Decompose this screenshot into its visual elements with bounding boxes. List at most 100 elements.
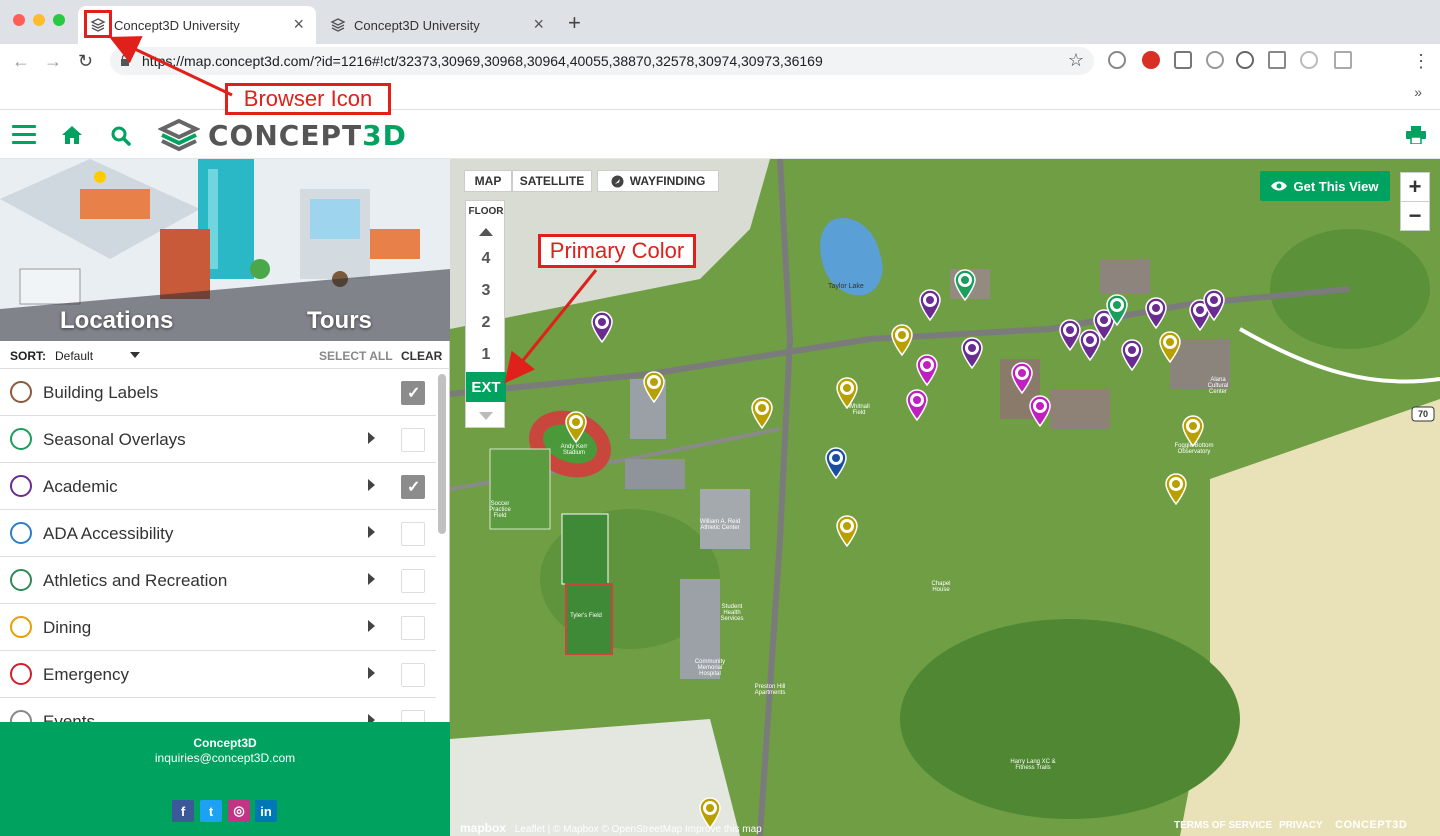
map-marker-star-icon[interactable] [642,371,666,404]
category-row-ada-accessibility[interactable]: ADA Accessibility [0,510,436,557]
map-marker-graduation-cap-icon[interactable] [1202,289,1226,322]
map-marker-star-icon[interactable] [1158,331,1182,364]
map-marker-theater-mask-icon[interactable] [1010,362,1034,395]
expand-arrow-icon[interactable] [368,526,375,538]
tab-locations[interactable]: Locations [60,307,173,335]
floor-ext-button[interactable]: EXT [466,372,506,402]
map-marker-graduation-cap-icon[interactable] [1144,297,1168,330]
brand-logo[interactable]: CONCEPT3D [158,117,407,153]
expand-arrow-icon[interactable] [368,479,375,491]
expand-arrow-icon[interactable] [368,573,375,585]
bookmarks-overflow-icon[interactable]: » [1414,84,1422,100]
zoom-in-button[interactable]: + [1400,172,1430,202]
category-checkbox[interactable] [401,428,425,452]
floor-up-arrow-icon[interactable] [479,228,493,236]
expand-arrow-icon[interactable] [368,714,375,722]
extension-icon[interactable] [1206,51,1224,69]
category-row-athletics-and-recreation[interactable]: Athletics and Recreation [0,557,436,604]
map-marker-star-icon[interactable] [835,515,859,548]
category-row-seasonal-overlays[interactable]: Seasonal Overlays [0,416,436,463]
map-marker-building-icon[interactable] [1105,294,1129,327]
linkedin-icon[interactable]: in [255,800,277,822]
map-attribution[interactable]: mapbox Leaflet | © Mapbox © OpenStreetMa… [460,821,762,835]
map-marker-graduation-cap-icon[interactable] [918,289,942,322]
floor-2-button[interactable]: 2 [466,314,506,332]
print-icon[interactable] [1406,126,1426,144]
privacy-link[interactable]: PRIVACY [1279,820,1323,831]
map-marker-star-icon[interactable] [1181,415,1205,448]
maximize-window-button[interactable] [53,14,65,26]
category-row-dining[interactable]: Dining [0,604,436,651]
category-checkbox[interactable] [401,475,425,499]
tab-tours[interactable]: Tours [307,307,372,335]
zoom-out-button[interactable]: − [1400,201,1430,231]
terms-of-service-link[interactable]: TERMS OF SERVICE [1174,820,1272,831]
map-marker-graduation-cap-icon[interactable] [590,311,614,344]
minimize-window-button[interactable] [33,14,45,26]
floor-3-button[interactable]: 3 [466,282,506,300]
expand-arrow-icon[interactable] [368,620,375,632]
sidebar-scrollbar[interactable] [438,374,446,534]
category-checkbox[interactable] [401,381,425,405]
search-icon[interactable] [110,125,132,147]
map-marker-graduation-cap-icon[interactable] [1120,339,1144,372]
extension-icon[interactable] [1142,51,1160,69]
category-row-academic[interactable]: Academic [0,463,436,510]
menu-kebab-icon[interactable]: ⋮ [1412,51,1430,71]
map-marker-graduation-cap-icon[interactable] [1078,329,1102,362]
get-this-view-button[interactable]: Get This View [1260,171,1390,201]
facebook-icon[interactable]: f [172,800,194,822]
forward-arrow-icon[interactable]: → [44,51,62,71]
sort-dropdown[interactable]: Default [55,349,93,363]
home-icon[interactable] [60,123,84,147]
category-row-emergency[interactable]: Emergency [0,651,436,698]
category-checkbox[interactable] [401,616,425,640]
close-window-button[interactable] [13,14,25,26]
extension-icon[interactable] [1108,51,1126,69]
tab-concept3d-inactive[interactable]: Concept3D University × [318,6,556,44]
category-checkbox[interactable] [401,663,425,687]
hamburger-menu-icon[interactable] [12,125,36,145]
category-row-events[interactable]: Events [0,698,436,722]
chevron-down-icon[interactable] [130,352,140,358]
clear-button[interactable]: CLEAR [401,349,442,363]
category-checkbox[interactable] [401,710,425,722]
map-marker-building-icon[interactable] [953,269,977,302]
category-row-building-labels[interactable]: Building Labels [0,369,436,416]
map-marker-theater-mask-icon[interactable] [905,389,929,422]
map-marker-theater-mask-icon[interactable] [1028,395,1052,428]
expand-arrow-icon[interactable] [368,432,375,444]
extension-icon[interactable] [1300,51,1318,69]
expand-arrow-icon[interactable] [368,667,375,679]
instagram-icon[interactable]: ◎ [228,800,250,822]
select-all-button[interactable]: SELECT ALL [319,349,393,363]
map-marker-star-icon[interactable] [835,377,859,410]
tab-close-icon[interactable]: × [293,15,304,33]
extension-icon[interactable] [1334,51,1352,69]
tab-concept3d-active[interactable]: Concept3D University × [78,6,316,44]
floor-4-button[interactable]: 4 [466,250,506,268]
address-bar[interactable]: https://map.concept3d.com/?id=1216#!ct/3… [110,47,1094,75]
reload-icon[interactable]: ↻ [78,51,93,71]
footer-email-link[interactable]: inquiries@concept3D.com [0,751,450,765]
map-marker-graduation-cap-icon[interactable] [960,337,984,370]
category-checkbox[interactable] [401,569,425,593]
extension-icon[interactable] [1174,51,1192,69]
extension-icon[interactable] [1236,51,1254,69]
floor-1-button[interactable]: 1 [466,346,506,364]
wayfinding-button[interactable]: WAYFINDING [597,170,719,192]
back-arrow-icon[interactable]: ← [12,51,30,71]
twitter-icon[interactable]: t [200,800,222,822]
floor-down-arrow-icon[interactable] [479,412,493,420]
map-marker-star-icon[interactable] [890,324,914,357]
map-marker-star-icon[interactable] [564,411,588,444]
extension-icon[interactable] [1268,51,1286,69]
map-marker-flag-icon[interactable] [824,447,848,480]
map-type-map-button[interactable]: MAP [464,170,512,192]
map-marker-star-icon[interactable] [750,397,774,430]
plus-icon[interactable]: + [568,12,581,34]
category-checkbox[interactable] [401,522,425,546]
tab-close-icon[interactable]: × [533,15,544,33]
map-marker-star-icon[interactable] [1164,473,1188,506]
map-type-satellite-button[interactable]: SATELLITE [512,170,592,192]
